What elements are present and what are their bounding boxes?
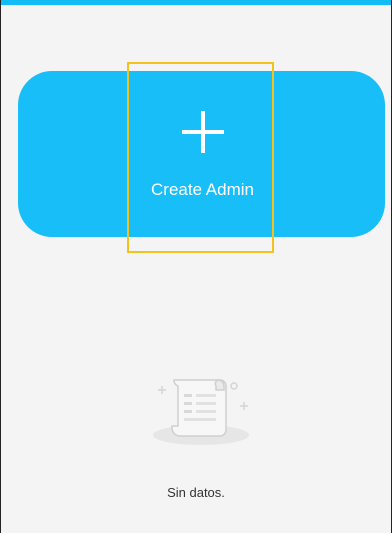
create-admin-button[interactable] — [18, 71, 385, 237]
top-accent-bar — [1, 0, 391, 5]
empty-state-message: Sin datos. — [167, 485, 225, 500]
plus-icon[interactable] — [182, 111, 224, 153]
app-screen: Create Admin Sin datos. — [0, 0, 392, 533]
create-admin-label[interactable]: Create Admin — [101, 180, 304, 200]
document-scroll-icon — [153, 379, 249, 445]
